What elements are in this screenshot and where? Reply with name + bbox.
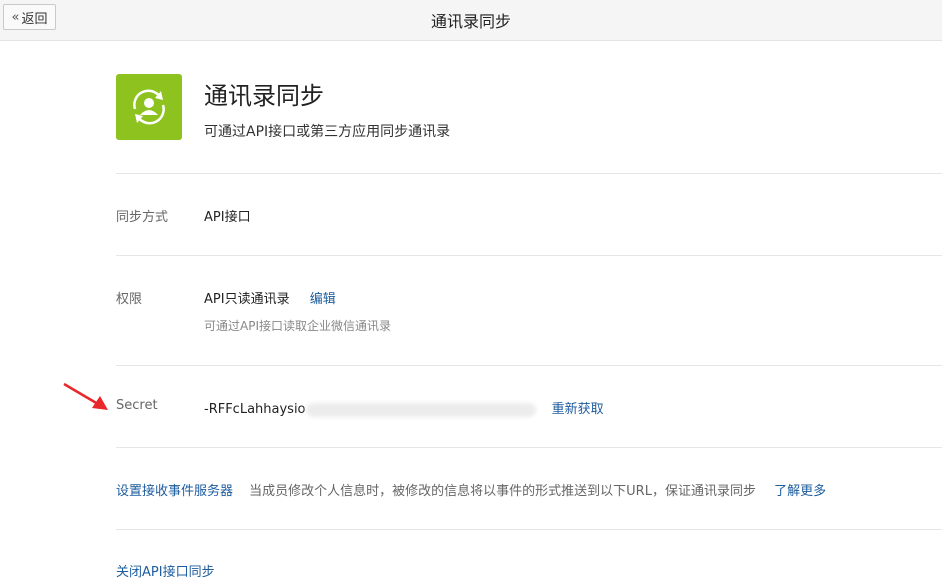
secret-label: Secret xyxy=(116,398,158,413)
sync-mode-value: API接口 xyxy=(204,210,251,225)
secret-value-prefix: -RFFcLahhaysio xyxy=(204,402,306,417)
sync-mode-label: 同步方式 xyxy=(116,210,169,225)
divider xyxy=(116,255,942,256)
redacted-secret xyxy=(305,402,536,417)
close-sync-row: 关闭API接口同步 xyxy=(116,561,215,580)
divider xyxy=(116,447,942,448)
page-title: 通讯录同步 xyxy=(430,12,511,31)
permission-description: 可通过API接口读取企业微信通讯录 xyxy=(204,319,391,333)
set-event-server-link[interactable]: 设置接收事件服务器 xyxy=(116,484,233,499)
permission-label: 权限 xyxy=(116,292,143,307)
contacts-sync-icon xyxy=(116,74,182,140)
app-description: 可通过API接口或第三方应用同步通讯录 xyxy=(204,124,451,140)
divider xyxy=(116,365,942,366)
edit-permission-link[interactable]: 编辑 xyxy=(310,292,336,307)
event-server-row: 设置接收事件服务器 当成员修改个人信息时，被修改的信息将以事件的形式推送到以下U… xyxy=(116,480,826,499)
divider xyxy=(116,173,942,174)
secret-value-row: -RFFcLahhaysio 重新获取 xyxy=(204,398,604,417)
learn-more-link[interactable]: 了解更多 xyxy=(774,484,826,499)
close-api-sync-link[interactable]: 关闭API接口同步 xyxy=(116,565,215,580)
divider xyxy=(116,529,942,530)
permission-value-row: API只读通讯录 编辑 xyxy=(204,288,336,307)
annotation-arrow-icon xyxy=(63,382,108,410)
event-server-description: 当成员修改个人信息时，被修改的信息将以事件的形式推送到以下URL，保证通讯录同步 xyxy=(249,484,756,499)
permission-value: API只读通讯录 xyxy=(204,292,290,307)
app-name: 通讯录同步 xyxy=(204,82,324,110)
top-bar: « 返回 通讯录同步 xyxy=(0,0,942,41)
regenerate-secret-link[interactable]: 重新获取 xyxy=(552,402,604,417)
